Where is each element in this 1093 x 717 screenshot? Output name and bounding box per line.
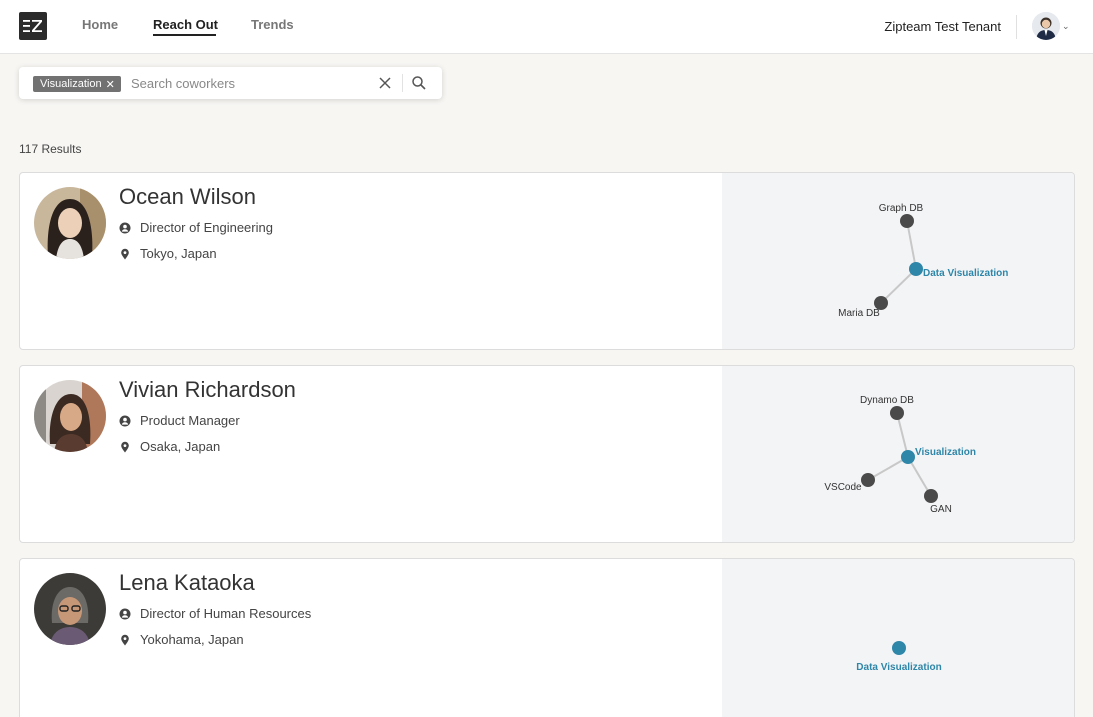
active-nav-indicator xyxy=(153,34,216,36)
person-name[interactable]: Vivian Richardson xyxy=(119,377,296,403)
graph-edge xyxy=(880,268,917,304)
graph-center-node[interactable] xyxy=(909,262,923,276)
graph-center-label: Data Visualization xyxy=(923,268,1008,279)
profile-photo xyxy=(34,380,106,452)
user-avatar xyxy=(1032,12,1060,40)
person-icon xyxy=(119,222,131,233)
filter-chip-label: Visualization xyxy=(40,78,102,90)
location-pin-icon xyxy=(121,441,129,452)
graph-node-label: Graph DB xyxy=(879,203,924,214)
graph-center-label: Data Visualization xyxy=(856,662,941,673)
job-title-row: Director of Engineering xyxy=(119,220,273,235)
search-button[interactable] xyxy=(411,75,427,91)
search-divider xyxy=(402,74,403,92)
header-divider xyxy=(1016,15,1017,39)
graph-node[interactable] xyxy=(890,406,904,420)
graph-node[interactable] xyxy=(900,214,914,228)
location: Osaka, Japan xyxy=(140,439,221,454)
graph-node[interactable] xyxy=(924,489,938,503)
location: Tokyo, Japan xyxy=(140,246,217,261)
user-menu-button[interactable]: ⌄ xyxy=(1032,12,1072,42)
skills-graph[interactable]: Dynamo DB VSCode GAN Visualization xyxy=(722,366,1074,542)
graph-center-node[interactable] xyxy=(892,641,906,655)
profile-photo xyxy=(34,573,106,645)
graph-node-label: GAN xyxy=(930,504,952,515)
skills-graph[interactable]: Data Visualization xyxy=(722,559,1074,717)
location-pin-icon xyxy=(121,634,129,645)
coworker-search-bar: Visualization ✕ xyxy=(19,67,442,99)
person-card[interactable]: Ocean Wilson Director of Engineering Tok… xyxy=(19,172,1075,350)
chevron-down-icon: ⌄ xyxy=(1062,21,1070,31)
nav-trends[interactable]: Trends xyxy=(251,17,294,32)
job-title: Product Manager xyxy=(140,413,240,428)
person-icon xyxy=(119,415,131,426)
close-icon xyxy=(379,77,391,89)
person-card[interactable]: Lena Kataoka Director of Human Resources… xyxy=(19,558,1075,717)
graph-center-label: Visualization xyxy=(915,447,976,458)
nav-reach-out[interactable]: Reach Out xyxy=(153,17,218,32)
person-icon xyxy=(119,608,131,619)
graph-node-label: Maria DB xyxy=(838,308,880,319)
graph-node-label: VSCode xyxy=(824,482,862,493)
results-count: 117 Results xyxy=(19,142,82,156)
graph-edge xyxy=(906,220,917,270)
job-title-row: Product Manager xyxy=(119,413,240,428)
remove-filter-icon[interactable]: ✕ xyxy=(106,78,115,91)
location-pin-icon xyxy=(121,248,129,259)
search-input[interactable] xyxy=(131,74,371,93)
nav-home[interactable]: Home xyxy=(82,17,118,32)
location-row: Yokohama, Japan xyxy=(119,632,244,647)
clear-search-button[interactable] xyxy=(377,75,393,91)
person-name[interactable]: Ocean Wilson xyxy=(119,184,256,210)
job-title: Director of Human Resources xyxy=(140,606,312,621)
job-title: Director of Engineering xyxy=(140,220,273,235)
location-row: Tokyo, Japan xyxy=(119,246,217,261)
search-icon xyxy=(412,76,426,90)
person-card[interactable]: Vivian Richardson Product Manager Osaka,… xyxy=(19,365,1075,543)
tenant-name: Zipteam Test Tenant xyxy=(884,19,1001,34)
logo-ez-icon xyxy=(23,20,42,32)
filter-chip: Visualization ✕ xyxy=(33,76,121,92)
graph-center-node[interactable] xyxy=(901,450,915,464)
graph-node[interactable] xyxy=(861,473,875,487)
profile-photo xyxy=(34,187,106,259)
location-row: Osaka, Japan xyxy=(119,439,220,454)
app-logo[interactable] xyxy=(19,12,47,40)
graph-node-label: Dynamo DB xyxy=(860,395,914,406)
person-name[interactable]: Lena Kataoka xyxy=(119,570,255,596)
location: Yokohama, Japan xyxy=(140,632,244,647)
skills-graph[interactable]: Graph DB Maria DB Data Visualization xyxy=(722,173,1074,349)
job-title-row: Director of Human Resources xyxy=(119,606,311,621)
top-navigation-bar: Home Reach Out Trends Zipteam Test Tenan… xyxy=(0,0,1093,54)
